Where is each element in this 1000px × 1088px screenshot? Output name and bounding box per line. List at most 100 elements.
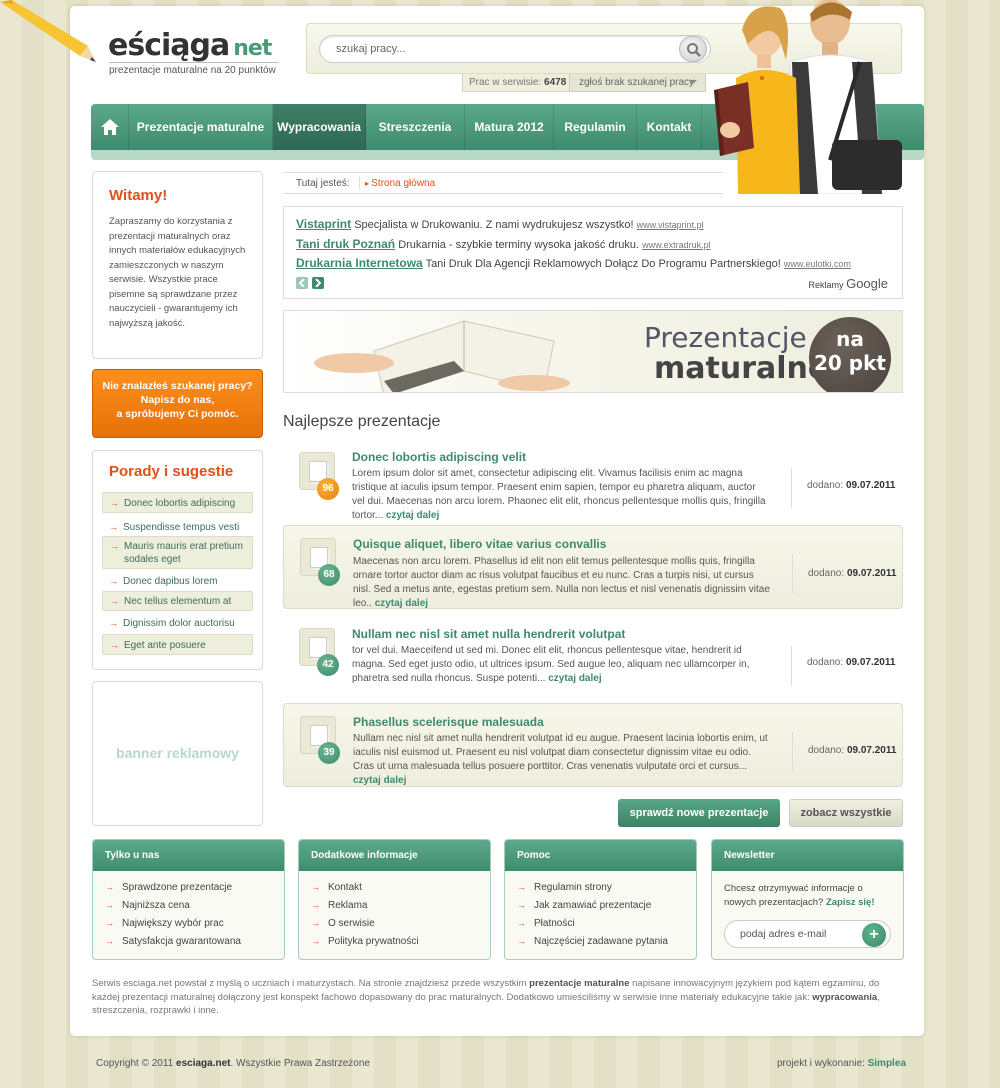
banner-title-2: maturalne [654,351,829,386]
site-logo[interactable]: eściąga net [108,28,272,63]
footer-link[interactable]: → Regulamin strony [517,882,612,893]
footer-box-title: Dodatkowe informacje [299,840,490,871]
arrow-right-icon: → [517,936,526,946]
report-missing-button[interactable]: zgłoś brak szukanej pracy [569,74,706,92]
document-icon: 42 [291,628,339,676]
cta-line: a spróbujemy Ci pomóc. [116,408,239,420]
chevron-right-icon [315,279,321,287]
tips-title: Porady i sugestie [109,463,234,480]
book-image [314,320,570,392]
ad-item[interactable]: Tani druk Poznań Drukarnia - szybkie ter… [296,237,711,251]
footer-box-exclusive: Tylko u nas → Sprawdzone prezentacje → Naj… [92,839,285,960]
check-new-button[interactable]: sprawdź nowe prezentacje [618,799,780,827]
nav-matura[interactable]: Matura 2012 [465,104,554,150]
credit: projekt i wykonanie: Simplea [777,1058,906,1069]
presentation-desc: Nullam nec nisl sit amet nulla hendrerit… [353,733,768,786]
presentation-title[interactable]: Donec lobortis adipiscing velit [352,450,526,464]
tip-item[interactable]: → Donec dapibus lorem [102,573,253,593]
read-more-link[interactable]: czytaj dalej [548,673,601,684]
arrow-right-icon: → [105,900,114,910]
document-icon: 68 [292,538,340,586]
presentation-desc: Maecenas non arcu lorem. Phasellus id el… [353,556,770,609]
read-more-link[interactable]: czytaj dalej [386,510,439,521]
copyright: Copyright © 2011 esciaga.net. Wszystkie … [96,1058,370,1069]
pencil-icon [0,0,96,62]
document-icon: 39 [292,716,340,764]
tip-item[interactable]: → Suspendisse tempus vesti [102,517,253,537]
arrow-right-icon: → [105,918,114,928]
score-badge: 42 [317,654,339,676]
presentation-title[interactable]: Quisque aliquet, libero vitae varius con… [353,537,606,551]
students-image [714,0,902,194]
contact-cta[interactable]: Nie znalazłeś szukanej pracy? Napisz do … [92,369,263,438]
footer-link[interactable]: → Satysfakcja gwarantowana [105,936,241,947]
banner-title-1: Prezentacje [644,321,807,354]
home-icon [100,119,119,135]
nav-prezentacje[interactable]: Prezentacje maturalne [129,104,273,150]
arrow-right-icon: → [109,618,118,628]
tip-item[interactable]: → Donec lobortis adipiscing [102,492,253,513]
newsletter-submit-button[interactable]: + [862,923,886,947]
footer-link[interactable]: → Polityka prywatności [311,936,419,947]
ads-next-button[interactable] [312,277,324,289]
footer-link[interactable]: → Największy wybór prac [105,918,224,929]
footer-box-title: Tylko u nas [93,840,284,871]
nav-streszczenia[interactable]: Streszczenia [366,104,465,150]
welcome-box: Witamy! Zapraszamy do korzystania z prez… [92,171,263,359]
ads-prev-button[interactable] [296,277,308,289]
read-more-link[interactable]: czytaj dalej [375,598,428,609]
tip-item[interactable]: → Dignissim dolor auctorisu [102,615,253,635]
footer-link[interactable]: → Sprawdzone prezentacje [105,882,232,893]
presentation-title[interactable]: Phasellus scelerisque malesuada [353,715,544,729]
presentation-row: 68 Quisque aliquet, libero vitae varius … [283,525,903,609]
footer-link[interactable]: → Najniższa cena [105,900,190,911]
footer-link[interactable]: → Kontakt [311,882,362,893]
presentation-title[interactable]: Nullam nec nisl sit amet nulla hendrerit… [352,627,625,641]
breadcrumb-label: Tutaj jesteś: [296,178,350,189]
footer-box-title: Pomoc [505,840,696,871]
welcome-title: Witamy! [109,187,168,204]
document-icon: 96 [291,452,339,500]
plus-icon: + [869,926,879,943]
ad-item[interactable]: Vistaprint Specjalista w Drukowaniu. Z n… [296,217,704,231]
ad-banner-placeholder[interactable]: banner reklamowy [92,681,263,826]
date-added: dodano: 09.07.2011 [807,657,896,668]
view-all-button[interactable]: zobacz wszystkie [789,799,903,827]
tip-item[interactable]: → Nec tellus elementum at [102,591,253,611]
ad-item[interactable]: Drukarnia Internetowa Tani Druk Dla Agen… [296,256,851,270]
footer-link[interactable]: → Najczęściej zadawane pytania [517,936,668,947]
breadcrumb-current[interactable]: ▸ Strona główna [365,173,435,194]
footer-link[interactable]: → Reklama [311,900,367,911]
newsletter-signup-link[interactable]: Zapisz się! [826,897,875,908]
read-more-link[interactable]: czytaj dalej [353,775,406,786]
tip-item[interactable]: → Eget ante posuere [102,634,253,655]
sponsored-links: Vistaprint Specjalista w Drukowaniu. Z n… [283,206,903,299]
presentation-row: 42 Nullam nec nisl sit amet nulla hendre… [283,616,903,700]
arrow-right-icon: → [311,936,320,946]
breadcrumb: Tutaj jesteś: ▸ Strona główna [283,172,723,194]
footer-link[interactable]: → Jak zamawiać prezentacje [517,900,651,911]
footer-box-help: Pomoc → Regulamin strony → Jak zamawiać pr… [504,839,697,960]
nav-wypracowania[interactable]: Wypracowania [273,104,366,150]
works-count: Prac w serwisie: 6478 [462,74,574,92]
nav-regulamin[interactable]: Regulamin [554,104,637,150]
credit-link[interactable]: Simplea [868,1058,906,1069]
footer-link[interactable]: → Płatności [517,918,575,929]
arrow-right-icon: → [109,576,118,586]
arrow-right-icon: → [110,541,119,551]
arrow-right-icon: → [110,498,119,508]
search-input[interactable]: szukaj pracy... [319,35,711,63]
nav-kontakt[interactable]: Kontakt [637,104,702,150]
newsletter-text: Chcesz otrzymywać informacje o nowych pr… [724,883,875,908]
date-added: dodano: 09.07.2011 [808,568,897,579]
arrow-right-icon: → [105,936,114,946]
about-text: Serwis esciaga.net powstał z myślą o ucz… [92,978,880,1016]
footer-link[interactable]: → O serwisie [311,918,375,929]
arrow-right-icon: → [110,596,119,606]
presentation-desc: tor vel dui. Maeceifend ut sed mi. Donec… [352,645,750,684]
ads-by-google[interactable]: Reklamy Google [809,276,888,291]
section-title: Najlepsze prezentacje [283,413,441,430]
nav-home[interactable] [91,104,129,150]
tip-item[interactable]: → Mauris mauris erat pretium sodales eget [102,536,253,569]
promo-banner[interactable]: Prezentacje maturalne na 20 pkt [283,310,903,393]
